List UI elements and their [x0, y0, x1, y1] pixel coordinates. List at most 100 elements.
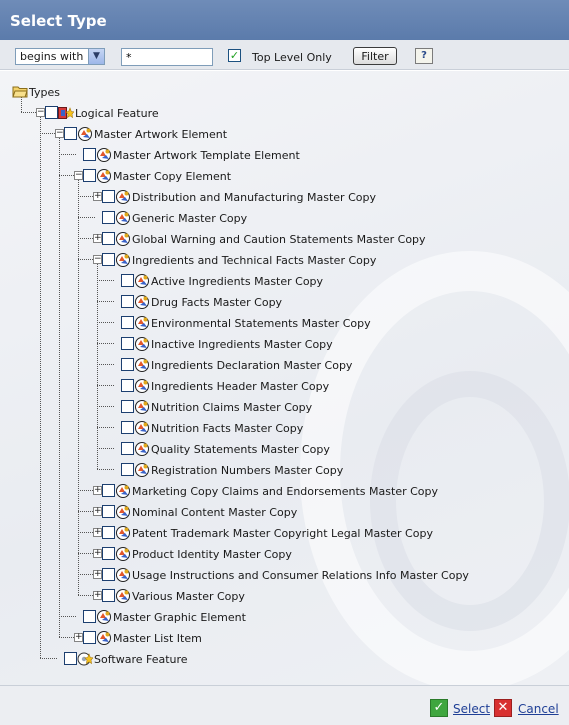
- tree-node-checkbox[interactable]: [64, 127, 77, 140]
- tree-node-label[interactable]: Drug Facts Master Copy: [151, 296, 282, 309]
- tree-node-label[interactable]: Master Artwork Element: [94, 128, 227, 141]
- tree-node-label[interactable]: Distribution and Manufacturing Master Co…: [132, 191, 376, 204]
- tree-node-label[interactable]: Product Identity Master Copy: [132, 548, 292, 561]
- tree-node-checkbox[interactable]: [121, 358, 134, 371]
- collapse-minus-icon[interactable]: −: [55, 129, 64, 138]
- cancel-x-icon[interactable]: ✕: [494, 699, 512, 717]
- master-element-icon: [135, 400, 149, 414]
- top-level-only-checkbox[interactable]: ✓: [228, 49, 241, 62]
- tree-node-label[interactable]: Ingredients and Technical Facts Master C…: [132, 254, 376, 267]
- tree-connector-line: [97, 364, 114, 365]
- tree-node-checkbox[interactable]: [121, 379, 134, 392]
- tree-node-label[interactable]: Master Copy Element: [113, 170, 231, 183]
- tree-node-label[interactable]: Logical Feature: [75, 107, 159, 120]
- chevron-down-icon[interactable]: ▼: [88, 49, 104, 64]
- tree-node-checkbox[interactable]: [102, 253, 115, 266]
- expand-plus-icon[interactable]: +: [93, 570, 102, 579]
- tree-node-checkbox[interactable]: [121, 295, 134, 308]
- tree-node-checkbox[interactable]: [121, 463, 134, 476]
- tree-node-checkbox[interactable]: [83, 148, 96, 161]
- tree-connector-line: [97, 385, 114, 386]
- tree-node-label[interactable]: Master Graphic Element: [113, 611, 246, 624]
- tree-node-checkbox[interactable]: [83, 169, 96, 182]
- expand-plus-icon[interactable]: +: [93, 234, 102, 243]
- master-element-icon: [97, 169, 111, 183]
- filter-input[interactable]: [121, 48, 213, 66]
- tree-node-checkbox[interactable]: [102, 526, 115, 539]
- tree-connector-line: [78, 217, 95, 218]
- tree-node-checkbox[interactable]: [64, 652, 77, 665]
- filter-button[interactable]: Filter: [353, 47, 397, 65]
- master-element-icon: [116, 232, 130, 246]
- tree-node-checkbox[interactable]: [83, 610, 96, 623]
- tree-node-label[interactable]: Inactive Ingredients Master Copy: [151, 338, 333, 351]
- tree-node-checkbox[interactable]: [102, 190, 115, 203]
- tree-node-label[interactable]: Nutrition Facts Master Copy: [151, 422, 303, 435]
- expand-plus-icon[interactable]: +: [93, 507, 102, 516]
- tree-node-checkbox[interactable]: [83, 631, 96, 644]
- collapse-minus-icon[interactable]: −: [93, 255, 102, 264]
- tree-node-label[interactable]: Ingredients Declaration Master Copy: [151, 359, 352, 372]
- master-element-icon: [78, 127, 92, 141]
- match-mode-select[interactable]: begins with ▼: [15, 48, 105, 65]
- tree-node-checkbox[interactable]: [45, 106, 58, 119]
- master-element-icon: [97, 631, 111, 645]
- tree-node-label[interactable]: Generic Master Copy: [132, 212, 247, 225]
- select-button[interactable]: Select: [453, 702, 490, 716]
- filter-toolbar: begins with ▼ ✓ Top Level Only Filter ?: [0, 40, 569, 70]
- tree-node-label[interactable]: Various Master Copy: [132, 590, 245, 603]
- expand-plus-icon[interactable]: +: [93, 192, 102, 201]
- tree-node-label[interactable]: Ingredients Header Master Copy: [151, 380, 329, 393]
- tree-connector-line: [59, 138, 60, 637]
- tree-node-checkbox[interactable]: [121, 442, 134, 455]
- expand-plus-icon[interactable]: +: [93, 486, 102, 495]
- tree-node-label[interactable]: Active Ingredients Master Copy: [151, 275, 323, 288]
- select-check-icon[interactable]: ✓: [430, 699, 448, 717]
- help-icon[interactable]: ?: [415, 48, 433, 64]
- tree-node-label[interactable]: Nominal Content Master Copy: [132, 506, 297, 519]
- expand-plus-icon[interactable]: +: [93, 528, 102, 537]
- expand-plus-icon[interactable]: +: [74, 633, 83, 642]
- tree-node-checkbox[interactable]: [102, 547, 115, 560]
- tree-node-checkbox[interactable]: [102, 232, 115, 245]
- tree-node-label[interactable]: Quality Statements Master Copy: [151, 443, 330, 456]
- cancel-button[interactable]: Cancel: [518, 702, 559, 716]
- tree-node-label[interactable]: Master Artwork Template Element: [113, 149, 300, 162]
- tree-node-checkbox[interactable]: [121, 421, 134, 434]
- master-element-icon: [116, 190, 130, 204]
- tree-node-label[interactable]: Nutrition Claims Master Copy: [151, 401, 312, 414]
- master-element-icon: [135, 442, 149, 456]
- master-element-icon: [116, 253, 130, 267]
- collapse-minus-icon[interactable]: −: [36, 108, 45, 117]
- tree-node-checkbox[interactable]: [102, 484, 115, 497]
- tree-node-label[interactable]: Registration Numbers Master Copy: [151, 464, 343, 477]
- tree-connector-line: [97, 469, 114, 470]
- tree-node-checkbox[interactable]: [121, 316, 134, 329]
- tree-node-checkbox[interactable]: [121, 400, 134, 413]
- collapse-minus-icon[interactable]: −: [74, 171, 83, 180]
- tree-connector-line: [97, 343, 114, 344]
- tree-node-checkbox[interactable]: [102, 589, 115, 602]
- master-element-icon: [135, 421, 149, 435]
- tree-node-label[interactable]: Global Warning and Caution Statements Ma…: [132, 233, 426, 246]
- tree-connector-line: [97, 322, 114, 323]
- tree-node-checkbox[interactable]: [121, 274, 134, 287]
- tree-node-label[interactable]: Master List Item: [113, 632, 202, 645]
- tree-node-checkbox[interactable]: [102, 568, 115, 581]
- dialog-title: Select Type: [0, 0, 569, 40]
- tree-node-checkbox[interactable]: [121, 337, 134, 350]
- software-feature-icon: [77, 652, 93, 666]
- tree-node-label[interactable]: Patent Trademark Master Copyright Legal …: [132, 527, 433, 540]
- expand-plus-icon[interactable]: +: [93, 549, 102, 558]
- tree-node-checkbox[interactable]: [102, 505, 115, 518]
- expand-plus-icon[interactable]: +: [93, 591, 102, 600]
- dialog-footer: ✓ Select ✕ Cancel: [0, 685, 569, 725]
- master-element-icon: [97, 148, 111, 162]
- tree-node-label[interactable]: Software Feature: [94, 653, 188, 666]
- tree-connector-line: [40, 117, 41, 658]
- tree-node-label[interactable]: Usage Instructions and Consumer Relation…: [132, 569, 469, 582]
- tree-node-label[interactable]: Marketing Copy Claims and Endorsements M…: [132, 485, 438, 498]
- tree-node-label[interactable]: Environmental Statements Master Copy: [151, 317, 371, 330]
- tree-node-label[interactable]: Types: [29, 86, 60, 99]
- tree-node-checkbox[interactable]: [102, 211, 115, 224]
